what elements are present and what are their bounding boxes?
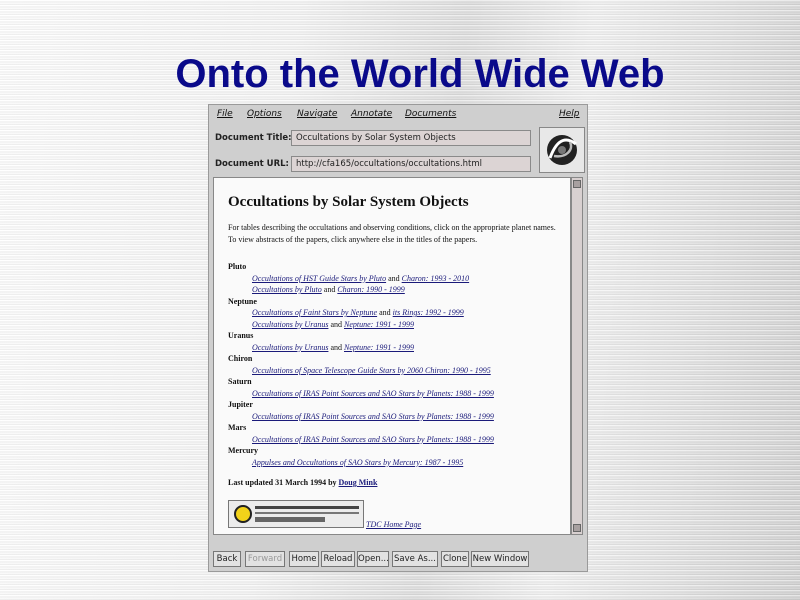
cfa-logo-icon[interactable]: [228, 500, 364, 528]
planet-heading[interactable]: Jupiter: [228, 400, 253, 409]
paper-link-row: Appulses and Occultations of SAO Stars b…: [252, 458, 463, 467]
document-url-field[interactable]: http://cfa165/occultations/occultations.…: [291, 156, 531, 172]
paper-link-row: Occultations of Space Telescope Guide St…: [252, 366, 491, 375]
planet-heading[interactable]: Uranus: [228, 331, 253, 340]
planet-heading[interactable]: Chiron: [228, 354, 252, 363]
forward-button[interactable]: Forward: [245, 551, 285, 567]
link-connector: and: [328, 342, 344, 352]
reload-button[interactable]: Reload: [321, 551, 355, 567]
paper-link-row: Occultations by Uranus and Neptune: 1991…: [252, 343, 414, 352]
back-button[interactable]: Back: [213, 551, 241, 567]
new-window-button[interactable]: New Window: [471, 551, 529, 567]
menu-options[interactable]: Options: [247, 109, 282, 119]
planet-heading[interactable]: Pluto: [228, 262, 246, 271]
menu-file[interactable]: File: [217, 109, 233, 119]
document-heading: Occultations by Solar System Objects: [228, 194, 469, 210]
tdc-home-link[interactable]: TDC Home Page: [366, 520, 421, 529]
paper-link[interactable]: Charon: 1990 - 1999: [337, 285, 404, 294]
link-connector: and: [321, 285, 338, 294]
menu-navigate[interactable]: Navigate: [297, 109, 337, 119]
paper-link[interactable]: Occultations of IRAS Point Sources and S…: [252, 412, 494, 421]
menu-bar: File Options Navigate Annotate Documents…: [209, 105, 587, 125]
document-title-field[interactable]: Occultations by Solar System Objects: [291, 130, 531, 146]
planet-heading[interactable]: Mercury: [228, 446, 258, 455]
document-view: Occultations by Solar System Objects For…: [213, 177, 571, 535]
planet-heading[interactable]: Neptune: [228, 297, 257, 306]
paper-link[interactable]: Occultations of IRAS Point Sources and S…: [252, 389, 494, 398]
open-button[interactable]: Open...: [357, 551, 389, 567]
paper-link-row: Occultations of Faint Stars by Neptune a…: [252, 308, 464, 317]
clone-button[interactable]: Clone: [441, 551, 469, 567]
link-connector: and: [386, 273, 402, 283]
paper-link[interactable]: Appulses and Occultations of SAO Stars b…: [252, 458, 463, 467]
paper-link[interactable]: its Rings: 1992 - 1999: [393, 308, 464, 317]
paper-link[interactable]: Occultations of Space Telescope Guide St…: [252, 366, 491, 375]
paper-link-row: Occultations of IRAS Point Sources and S…: [252, 435, 494, 444]
paper-link[interactable]: Charon: 1993 - 2010: [402, 274, 469, 283]
author-link[interactable]: Doug Mink: [339, 478, 378, 487]
menu-help[interactable]: Help: [559, 109, 580, 119]
last-updated: Last updated 31 March 1994 by Doug Mink: [228, 478, 377, 487]
document-scrollbar[interactable]: [571, 177, 583, 535]
paper-link-row: Occultations by Pluto and Charon: 1990 -…: [252, 285, 405, 294]
paper-link[interactable]: Occultations of HST Guide Stars by Pluto: [252, 274, 386, 283]
paper-link[interactable]: Occultations of IRAS Point Sources and S…: [252, 435, 494, 444]
button-bar: Back Forward Home Reload Open... Save As…: [213, 551, 585, 569]
paper-link[interactable]: Neptune: 1991 - 1999: [344, 320, 414, 329]
slide-title: Onto the World Wide Web: [175, 52, 665, 96]
scroll-down-arrow-icon[interactable]: [573, 524, 581, 532]
menu-annotate[interactable]: Annotate: [351, 109, 392, 119]
paper-link[interactable]: Occultations by Pluto: [252, 285, 322, 294]
mosaic-browser-window: File Options Navigate Annotate Documents…: [208, 104, 588, 572]
paper-link-row: Occultations by Uranus and Neptune: 1991…: [252, 320, 414, 329]
home-button[interactable]: Home: [289, 551, 319, 567]
planet-heading[interactable]: Mars: [228, 423, 246, 432]
document-url-label: Document URL:: [215, 159, 289, 169]
planet-heading[interactable]: Saturn: [228, 377, 252, 386]
link-connector: and: [328, 319, 344, 329]
paper-link[interactable]: Occultations by Uranus: [252, 343, 328, 352]
paper-link[interactable]: Neptune: 1991 - 1999: [344, 343, 414, 352]
intro-paragraph: For tables describing the occultations a…: [228, 223, 556, 244]
mosaic-logo-icon[interactable]: [539, 127, 585, 173]
menu-documents[interactable]: Documents: [405, 109, 456, 119]
paper-link[interactable]: Occultations of Faint Stars by Neptune: [252, 308, 377, 317]
paper-link-row: Occultations of IRAS Point Sources and S…: [252, 389, 494, 398]
paper-link-row: Occultations of IRAS Point Sources and S…: [252, 412, 494, 421]
save-as-button[interactable]: Save As...: [392, 551, 438, 567]
link-connector: and: [377, 308, 393, 317]
document-title-label: Document Title:: [215, 133, 292, 143]
last-updated-text: Last updated 31 March 1994 by: [228, 478, 339, 487]
paper-link[interactable]: Occultations by Uranus: [252, 320, 328, 329]
scroll-up-arrow-icon[interactable]: [573, 180, 581, 188]
paper-link-row: Occultations of HST Guide Stars by Pluto…: [252, 274, 469, 283]
